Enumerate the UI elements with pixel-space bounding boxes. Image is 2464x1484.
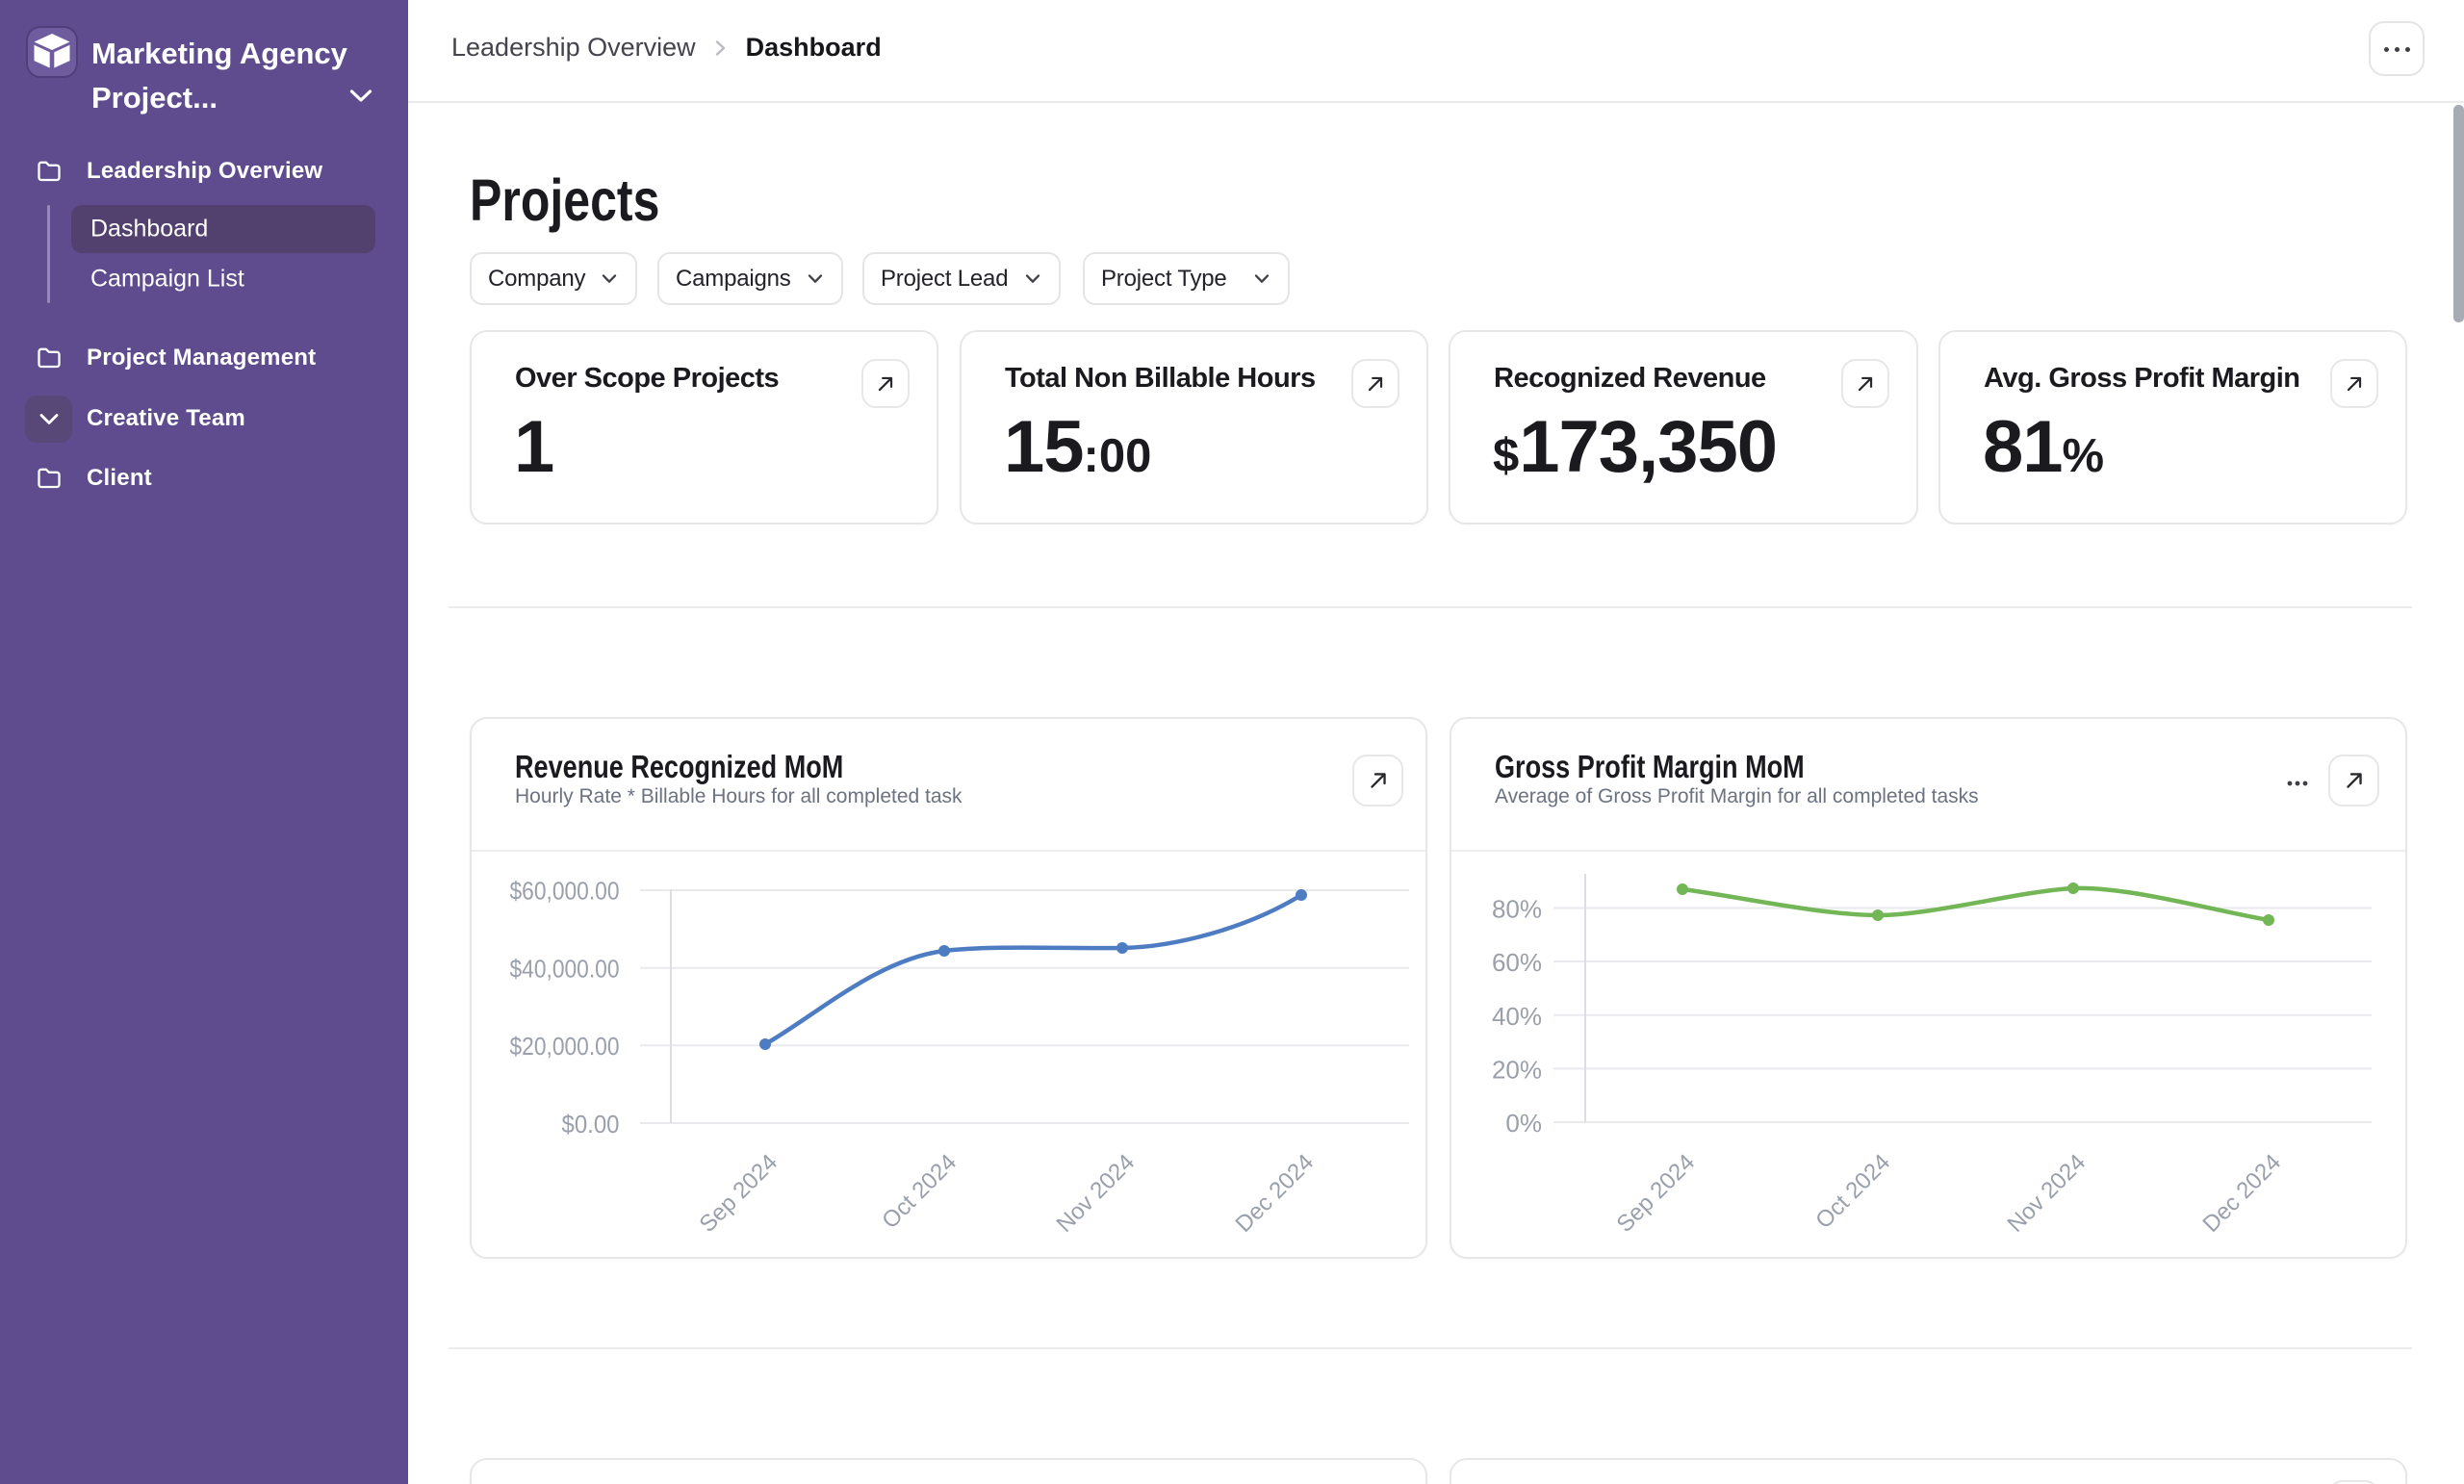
svg-text:Sep 2024: Sep 2024: [694, 1149, 783, 1238]
svg-text:$20,000.00: $20,000.00: [510, 1032, 620, 1061]
svg-text:Nov 2024: Nov 2024: [1051, 1149, 1140, 1238]
svg-text:Oct 2024: Oct 2024: [877, 1149, 962, 1234]
svg-text:Dec 2024: Dec 2024: [1230, 1149, 1319, 1238]
svg-text:Sep 2024: Sep 2024: [1611, 1149, 1700, 1238]
svg-text:40%: 40%: [1492, 1002, 1542, 1031]
svg-text:20%: 20%: [1492, 1055, 1542, 1084]
svg-text:0%: 0%: [1505, 1109, 1542, 1138]
svg-text:$60,000.00: $60,000.00: [510, 877, 620, 906]
svg-text:Nov 2024: Nov 2024: [2002, 1149, 2091, 1238]
svg-text:Dec 2024: Dec 2024: [2197, 1149, 2286, 1238]
svg-text:80%: 80%: [1492, 895, 1542, 924]
svg-text:60%: 60%: [1492, 948, 1542, 977]
svg-text:$0.00: $0.00: [562, 1110, 620, 1139]
svg-text:$40,000.00: $40,000.00: [510, 954, 620, 983]
svg-text:Oct 2024: Oct 2024: [1810, 1149, 1895, 1234]
